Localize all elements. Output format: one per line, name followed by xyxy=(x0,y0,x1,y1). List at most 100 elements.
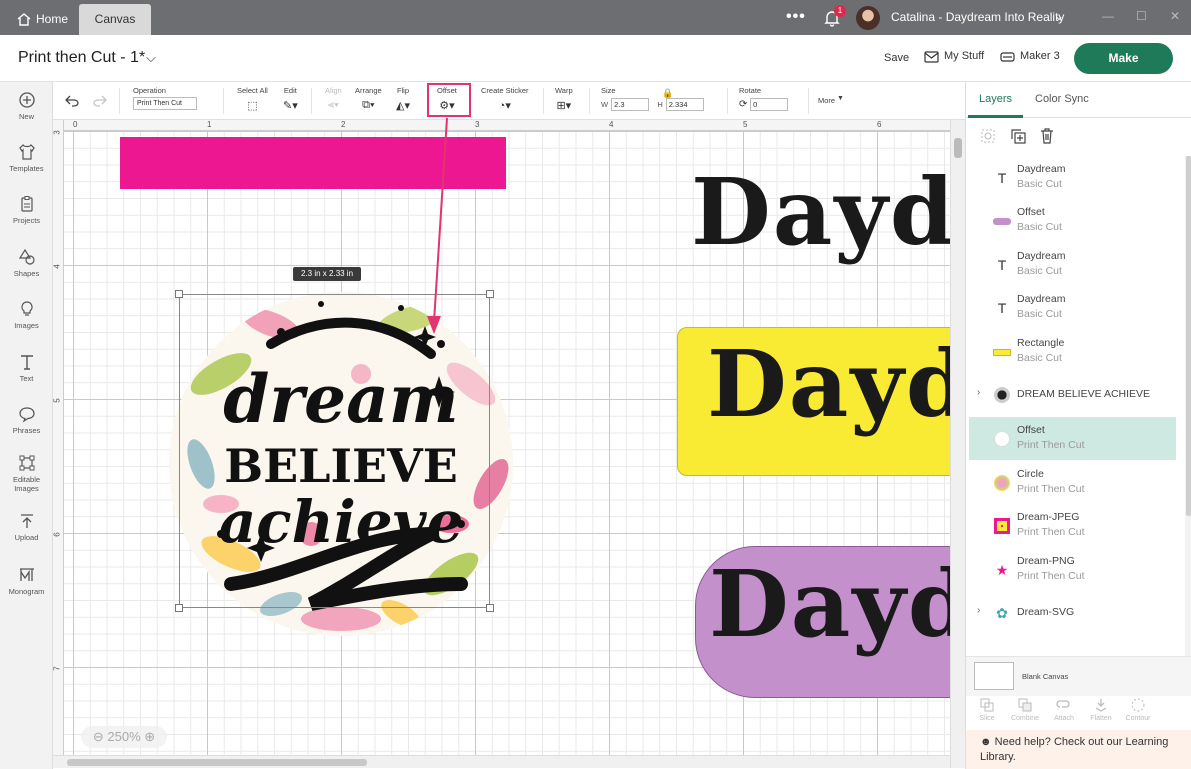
undo-icon[interactable] xyxy=(65,95,79,107)
flip-button[interactable]: Flip ◭▾ xyxy=(396,86,410,112)
daydream-text-on-purple[interactable]: Daydr xyxy=(709,550,950,658)
project-title[interactable]: Print then Cut - 1* xyxy=(18,49,145,67)
pink-rectangle[interactable] xyxy=(120,137,506,189)
combine-button: Combine xyxy=(1006,697,1044,722)
nav-text[interactable]: Text xyxy=(0,353,53,383)
layer-item[interactable]: Rectangle Basic Cut xyxy=(969,330,1176,373)
zoom-out-icon[interactable]: ⊖ xyxy=(93,729,104,744)
more-options-button[interactable]: ••• xyxy=(786,8,806,26)
nav-shapes[interactable]: Shapes xyxy=(0,248,53,278)
nav-monogram[interactable]: Monogram xyxy=(0,566,53,596)
layer-item[interactable]: Offset Basic Cut xyxy=(969,199,1176,242)
canvas-horizontal-scrollbar[interactable] xyxy=(53,755,950,768)
nav-templates[interactable]: Templates xyxy=(0,143,53,173)
tab-color-sync[interactable]: Color Sync xyxy=(1035,93,1089,105)
arrange-button[interactable]: Arrange ⧉▾ xyxy=(355,86,382,112)
align-button: Align ⫷▾ xyxy=(325,86,342,112)
close-button[interactable]: ✕ xyxy=(1170,9,1180,23)
nav-projects[interactable]: Projects xyxy=(0,195,53,225)
more-button[interactable]: More xyxy=(818,96,835,105)
resize-handle[interactable] xyxy=(175,604,183,612)
layer-item[interactable]: Dream-JPEG Print Then Cut xyxy=(969,504,1176,547)
chevron-down-icon[interactable]: ⌄ xyxy=(1054,9,1064,23)
zoom-control[interactable]: ⊖ 250% ⊕ xyxy=(81,726,167,748)
tab-layers[interactable]: Layers xyxy=(979,93,1012,105)
daydream-text-on-yellow[interactable]: Daydr xyxy=(707,330,950,438)
attach-icon xyxy=(1056,700,1070,708)
layer-group[interactable]: › DREAM BELIEVE ACHIEVE xyxy=(969,373,1176,416)
resize-handle[interactable] xyxy=(175,290,183,298)
help-banner[interactable]: ☻ Need help? Check out our Learning Libr… xyxy=(966,730,1191,769)
nav-new[interactable]: New xyxy=(0,91,53,121)
layer-operation: Basic Cut xyxy=(1017,221,1062,233)
machine-button[interactable]: Maker 3 xyxy=(1000,50,1060,62)
toolbar-divider xyxy=(727,88,728,114)
layer-item[interactable]: T Daydream Basic Cut xyxy=(969,243,1176,286)
warp-button[interactable]: Warp ⊞▾ xyxy=(555,86,573,112)
operation-select[interactable]: Print Then Cut xyxy=(133,97,197,110)
nav-phrases[interactable]: Phrases xyxy=(0,405,53,435)
scroll-thumb[interactable] xyxy=(67,759,367,766)
nav-upload[interactable]: Upload xyxy=(0,512,53,542)
layer-name: Daydream xyxy=(1017,163,1066,175)
zoom-in-icon[interactable]: ⊕ xyxy=(144,729,155,744)
nav-projects-label: Projects xyxy=(12,216,41,225)
edit-button[interactable]: Edit ✎▾ xyxy=(283,86,298,112)
design-canvas[interactable]: 0 1 2 3 4 5 6 3 4 5 6 7 dream BELIEVE ac… xyxy=(53,120,950,768)
layer-item-selected[interactable]: Offset Print Then Cut xyxy=(969,417,1176,460)
width-input[interactable]: 2.3 xyxy=(611,98,650,111)
minimize-button[interactable]: — xyxy=(1102,9,1114,23)
daydream-text-black[interactable]: Daydre xyxy=(691,158,950,266)
user-menu-label[interactable]: Catalina - Daydream Into Reality xyxy=(891,10,1064,24)
zoom-level: 250% xyxy=(107,729,141,744)
tab-canvas-label: Canvas xyxy=(94,12,136,26)
upload-icon xyxy=(20,514,33,528)
toolbar-divider xyxy=(543,88,544,114)
nav-upload-label: Upload xyxy=(14,533,39,542)
nav-images[interactable]: Images xyxy=(0,300,53,330)
select-all-button[interactable]: Select All ⬚ xyxy=(237,86,268,112)
expand-caret-icon[interactable]: › xyxy=(977,605,980,616)
nav-editable-images[interactable]: Editable Images xyxy=(0,454,53,493)
avatar[interactable] xyxy=(856,6,880,30)
scroll-thumb[interactable] xyxy=(954,138,962,158)
lock-icon[interactable]: 🔒 xyxy=(662,88,673,99)
chevron-down-icon[interactable]: ⌵ xyxy=(146,50,156,66)
redo-icon xyxy=(93,95,107,107)
layer-item[interactable]: T Daydream Basic Cut xyxy=(969,156,1176,199)
tab-home[interactable]: Home xyxy=(8,4,78,35)
maximize-button[interactable]: ☐ xyxy=(1136,9,1147,23)
height-input[interactable]: 2.334 xyxy=(665,98,704,111)
resize-handle[interactable] xyxy=(486,604,494,612)
layers-scrollbar[interactable] xyxy=(1185,156,1191,656)
trash-icon[interactable] xyxy=(1038,127,1056,145)
machine-label: Maker 3 xyxy=(1020,50,1060,62)
create-sticker-button[interactable]: Create Sticker ◔▾ xyxy=(481,86,529,112)
help-text[interactable]: Need help? Check out our Learning Librar… xyxy=(980,736,1168,763)
blank-canvas-swatch[interactable] xyxy=(974,662,1014,690)
nav-new-label: New xyxy=(18,112,34,121)
save-button[interactable]: Save xyxy=(884,52,909,64)
tab-canvas[interactable]: Canvas xyxy=(79,4,151,35)
selection-box[interactable] xyxy=(175,290,494,612)
layer-name: Dream-JPEG xyxy=(1017,511,1080,523)
my-stuff-button[interactable]: My Stuff xyxy=(924,50,984,63)
layer-item[interactable]: Circle Print Then Cut xyxy=(969,461,1176,504)
layer-item[interactable]: ★ Dream-PNG Print Then Cut xyxy=(969,548,1176,591)
ruler-tick: 3 xyxy=(475,120,480,129)
resize-handle[interactable] xyxy=(486,290,494,298)
flatten-button: Flatten xyxy=(1082,697,1120,722)
rotate-label: Rotate xyxy=(739,86,762,95)
expand-caret-icon[interactable]: › xyxy=(977,387,980,398)
duplicate-icon[interactable] xyxy=(1009,127,1027,145)
ruler-tick: 2 xyxy=(341,120,346,129)
machine-icon xyxy=(1000,52,1015,62)
make-button[interactable]: Make xyxy=(1074,43,1173,74)
layer-group[interactable]: › ✿ Dream-SVG xyxy=(969,591,1176,634)
rotate-input[interactable]: 0 xyxy=(750,98,789,111)
layer-item[interactable]: T Daydream Basic Cut xyxy=(969,286,1176,329)
canvas-vertical-scrollbar[interactable] xyxy=(950,120,965,768)
pencil-icon: ✎▾ xyxy=(283,100,298,112)
blank-canvas-row[interactable]: Blank Canvas xyxy=(966,656,1191,696)
scroll-thumb[interactable] xyxy=(1186,156,1191,516)
